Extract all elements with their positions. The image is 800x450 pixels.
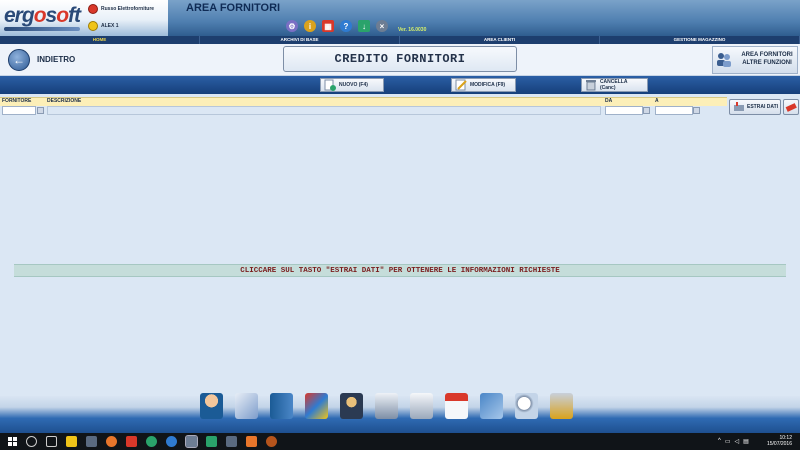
- trash-icon: [585, 80, 596, 91]
- info-message: CLICCARE SUL TASTO "ESTRAI DATI" PER OTT…: [14, 264, 786, 277]
- gear-icon[interactable]: ⚙: [286, 20, 298, 32]
- binder-icon[interactable]: [270, 393, 293, 419]
- supplier-search-icon[interactable]: [37, 107, 44, 114]
- tags-icon[interactable]: [480, 393, 503, 419]
- chrome-icon[interactable]: [146, 436, 157, 447]
- menu-item-magazzino[interactable]: GESTIONE MAGAZZINO: [600, 36, 800, 44]
- firefox-icon[interactable]: [106, 436, 117, 447]
- task-view-icon[interactable]: [46, 436, 57, 447]
- database-icon[interactable]: [375, 393, 398, 419]
- action-bar: NUOVO (F4) MODIFICA (F9) CANCELLA (Canc): [0, 76, 800, 94]
- download-icon[interactable]: ↓: [358, 20, 370, 32]
- calendar-clock-icon[interactable]: [445, 393, 468, 419]
- documents-icon[interactable]: [305, 393, 328, 419]
- company-info: Russo Elettroforniture: [88, 4, 154, 14]
- home-icon: [88, 4, 98, 14]
- clear-filters-button[interactable]: [783, 99, 799, 115]
- close-icon[interactable]: ×: [376, 20, 388, 32]
- page-title: CREDITO FORNITORI: [283, 46, 517, 72]
- arrow-left-icon: ←: [13, 53, 25, 67]
- payment-card-icon[interactable]: [235, 393, 258, 419]
- excel-icon[interactable]: [206, 436, 217, 447]
- app-header: ergosoft Russo Elettroforniture ALEX 1 A…: [0, 0, 800, 36]
- calculator-icon[interactable]: ▦: [322, 20, 334, 32]
- taskbar-app-icon[interactable]: [86, 436, 97, 447]
- dock-icons: [200, 393, 573, 419]
- system-tray: ^ ▭ ◁ ▤: [718, 438, 749, 445]
- extract-tool-icon: [734, 102, 744, 111]
- customer-icon[interactable]: [200, 393, 223, 419]
- office-icon[interactable]: [126, 436, 137, 447]
- users-icon: [717, 53, 731, 67]
- search-icon[interactable]: [515, 393, 538, 419]
- back-button[interactable]: ←: [8, 49, 30, 71]
- keyboard-icon[interactable]: ▤: [743, 438, 749, 445]
- edit-pencil-icon: [455, 79, 467, 91]
- back-label[interactable]: INDIETRO: [37, 55, 75, 64]
- ergosoft-logo: ergosoft: [4, 4, 81, 27]
- description-label: DESCRIZIONE: [47, 98, 82, 104]
- chevron-up-icon[interactable]: ^: [718, 438, 721, 445]
- clock[interactable]: 10:12 15/07/2016: [767, 435, 792, 447]
- printer-icon[interactable]: [410, 393, 433, 419]
- help-icon[interactable]: ?: [340, 20, 352, 32]
- user-info: ALEX 1: [88, 21, 119, 31]
- user-icon: [88, 21, 98, 31]
- area-functions-button[interactable]: AREA FORNITORI ALTRE FUNZIONI: [712, 46, 798, 74]
- supplier-label: FORNITORE: [2, 98, 32, 104]
- title-row: ← INDIETRO CREDITO FORNITORI AREA FORNIT…: [0, 44, 800, 76]
- vlc-icon[interactable]: [246, 436, 257, 447]
- windows-start-icon[interactable]: [8, 437, 17, 446]
- area-functions-label: AREA FORNITORI ALTRE FUNZIONI: [741, 52, 793, 66]
- area-title: AREA FORNITORI: [186, 2, 281, 14]
- new-button[interactable]: NUOVO (F4): [320, 78, 384, 92]
- volume-icon[interactable]: ◁: [735, 438, 740, 445]
- menu-item-home[interactable]: HOME: [0, 36, 200, 44]
- description-input[interactable]: [47, 106, 601, 115]
- filter-bar: [0, 97, 727, 106]
- to-date-label: A: [655, 98, 659, 104]
- user-name: ALEX 1: [101, 23, 119, 29]
- taskbar-tool-icon[interactable]: [226, 436, 237, 447]
- info-icon[interactable]: i: [304, 20, 316, 32]
- menu-item-archivi[interactable]: ARCHIVI DI BASE: [200, 36, 400, 44]
- from-date-input[interactable]: [605, 106, 643, 115]
- windows-taskbar: ^ ▭ ◁ ▤ 10:12 15/07/2016: [0, 433, 800, 450]
- add-document-icon: [324, 79, 336, 91]
- cortana-icon[interactable]: [26, 436, 37, 447]
- tools-icon[interactable]: [550, 393, 573, 419]
- header-toolbar: ⚙ i ▦ ? ↓ ×: [286, 20, 388, 32]
- security-icon[interactable]: [340, 393, 363, 419]
- taskbar-misc-icon[interactable]: [266, 436, 277, 447]
- to-date-input[interactable]: [655, 106, 693, 115]
- file-explorer-icon[interactable]: [66, 436, 77, 447]
- menu-item-clienti[interactable]: AREA CLIENTI: [400, 36, 600, 44]
- eraser-icon: [785, 103, 797, 112]
- network-icon[interactable]: ▭: [725, 438, 731, 445]
- logo-swoosh: [4, 27, 80, 31]
- ergosoft-taskbar-icon[interactable]: [185, 435, 198, 448]
- version-label: Ver. 16.0030: [398, 27, 427, 33]
- internet-explorer-icon[interactable]: [166, 436, 177, 447]
- extract-data-button[interactable]: ESTRAI DATI: [729, 99, 781, 115]
- from-date-label: DA: [605, 98, 613, 104]
- from-date-calendar-icon[interactable]: [643, 107, 650, 114]
- company-name: Russo Elettroforniture: [101, 6, 155, 12]
- main-menu: HOME ARCHIVI DI BASE AREA CLIENTI GESTIO…: [0, 36, 800, 44]
- edit-button[interactable]: MODIFICA (F9): [451, 78, 516, 92]
- delete-button[interactable]: CANCELLA (Canc): [581, 78, 648, 92]
- supplier-input[interactable]: [2, 106, 36, 115]
- to-date-calendar-icon[interactable]: [693, 107, 700, 114]
